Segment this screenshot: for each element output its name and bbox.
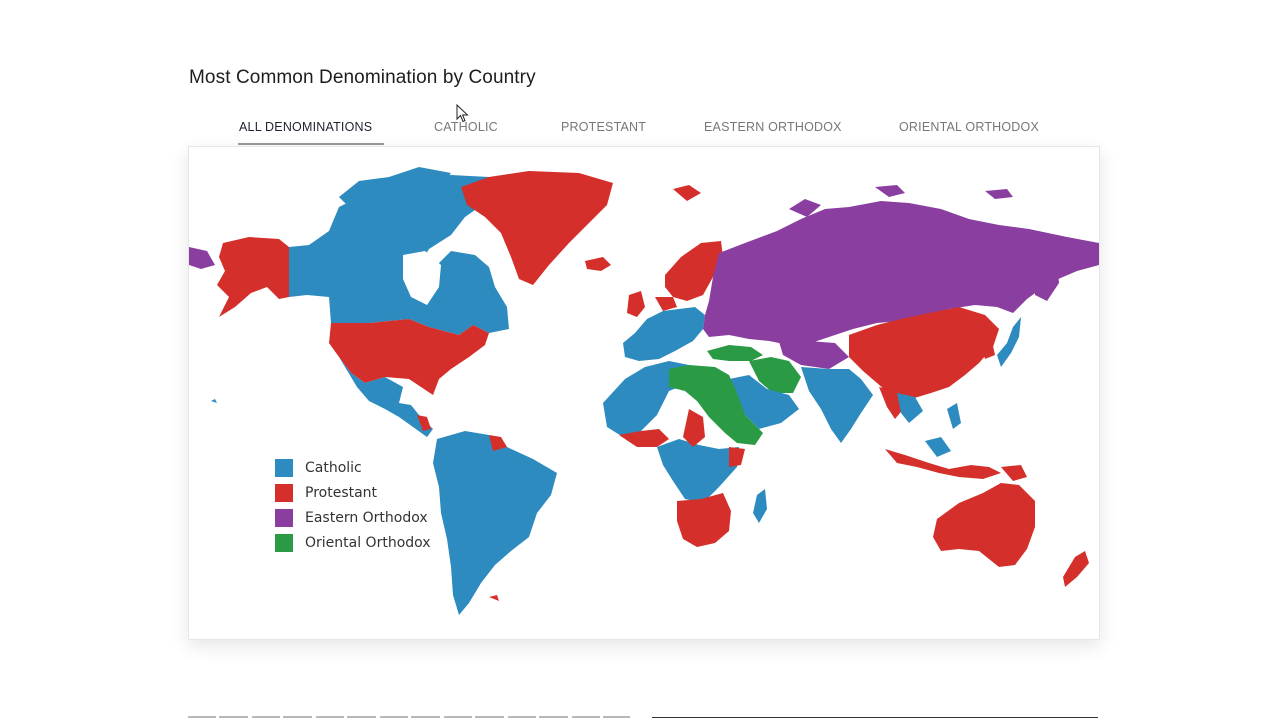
region-iceland[interactable] [585,257,611,271]
region-turkey-caucasus[interactable] [707,345,763,361]
legend-label-protestant: Protestant [305,484,378,501]
region-philippines[interactable] [947,403,961,429]
region-new-zealand[interactable] [1063,551,1089,587]
tab-eastern-orthodox[interactable]: EASTERN ORTHODOX [704,120,842,134]
region-madagascar[interactable] [753,489,767,523]
world-map [189,167,1099,615]
region-uk[interactable] [627,291,645,317]
region-india[interactable] [801,367,873,443]
legend-item-eastern-orthodox: Eastern Orthodox [275,505,431,530]
region-papua[interactable] [1001,465,1027,481]
legend-swatch-protestant [275,483,293,502]
tab-protestant[interactable]: PROTESTANT [561,120,646,134]
region-falklands[interactable] [489,595,499,601]
region-arctic-east[interactable] [875,185,905,197]
region-central-africa-catholic[interactable] [657,439,739,503]
denomination-tabs: ALL DENOMINATIONS CATHOLIC PROTESTANT EA… [188,112,1099,146]
region-southern-africa[interactable] [677,493,731,547]
region-japan[interactable] [997,317,1021,367]
page: Most Common Denomination by Country ALL … [0,0,1280,720]
world-map-card: Catholic Protestant Eastern Orthodox Ori… [188,146,1100,640]
legend-item-oriental-orthodox: Oriental Orthodox [275,530,431,555]
active-tab-indicator [238,143,384,145]
footer-divider-right [652,717,1098,718]
legend-item-protestant: Protestant [275,480,431,505]
legend-swatch-eastern-orthodox [275,508,293,527]
region-south-america[interactable] [433,431,557,615]
region-alaska[interactable] [217,237,289,317]
region-se-asia-catholic[interactable] [897,393,923,423]
region-arctic-east-2[interactable] [985,189,1013,199]
legend-swatch-catholic [275,458,293,477]
tab-oriental-orthodox[interactable]: ORIENTAL ORTHODOX [899,120,1039,134]
legend-label-eastern-orthodox: Eastern Orthodox [305,509,428,526]
region-north-germany[interactable] [655,297,677,311]
page-title: Most Common Denomination by Country [189,67,536,88]
legend-label-oriental-orthodox: Oriental Orthodox [305,534,431,551]
map-legend: Catholic Protestant Eastern Orthodox Ori… [275,455,431,555]
mouse-cursor-icon [456,104,469,123]
legend-swatch-oriental-orthodox [275,533,293,552]
region-borneo[interactable] [925,437,951,457]
region-horn-africa-protestant[interactable] [729,447,745,467]
footer-divider-left [188,716,630,718]
tab-all-denominations[interactable]: ALL DENOMINATIONS [239,120,372,134]
region-australia[interactable] [933,483,1035,567]
region-chukotka-west[interactable] [189,247,215,269]
region-svalbard[interactable] [673,185,701,201]
legend-item-catholic: Catholic [275,455,431,480]
region-hawaii[interactable] [211,399,217,403]
legend-label-catholic: Catholic [305,459,362,476]
